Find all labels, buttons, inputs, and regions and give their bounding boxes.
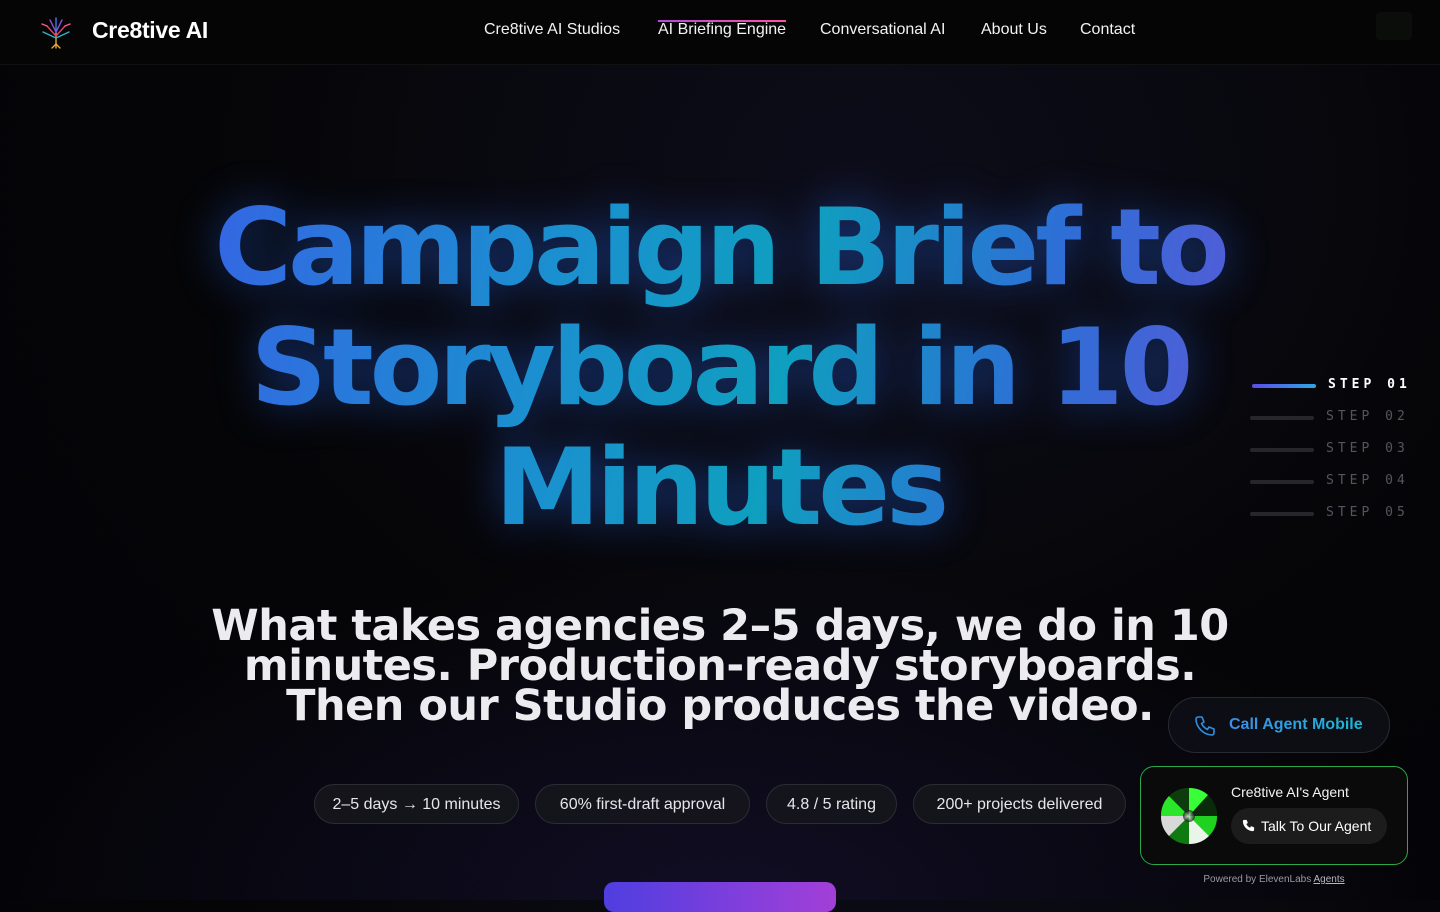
step-item-04[interactable]: STEP 04 [1240, 466, 1420, 498]
step-item-05[interactable]: STEP 05 [1240, 498, 1420, 530]
step-bar [1250, 448, 1314, 452]
stat-pill: 200+ projects delivered [913, 784, 1126, 824]
powered-by-text: Powered by ElevenLabs [1203, 874, 1312, 885]
step-indicator: STEP 01 STEP 02 STEP 03 STEP 04 STEP 05 [1240, 370, 1420, 530]
nav-item-studios[interactable]: Cre8tive AI Studios [484, 21, 620, 39]
hero-subtitle: What takes agencies 2–5 days, we do in 1… [211, 601, 1229, 731]
menu-icon[interactable] [1376, 12, 1412, 40]
step-label: STEP 04 [1326, 473, 1409, 488]
nav-item-contact[interactable]: Contact [1080, 21, 1135, 39]
powered-by: Powered by ElevenLabs Agents [1140, 874, 1408, 885]
site-header: Cre8tive AI Cre8tive AI Studios AI Brief… [0, 0, 1440, 65]
agent-name: Cre8tive AI's Agent [1231, 784, 1349, 800]
agent-orb-icon [1160, 787, 1218, 845]
talk-to-agent-label: Talk To Our Agent [1261, 818, 1372, 834]
step-label: STEP 02 [1326, 409, 1409, 424]
step-label: STEP 01 [1328, 377, 1411, 392]
phone-icon [1195, 716, 1215, 736]
step-bar [1252, 384, 1316, 388]
nav-item-about-us[interactable]: About Us [981, 21, 1047, 39]
nav-item-briefing-engine[interactable]: AI Briefing Engine [658, 20, 787, 39]
step-bar [1250, 416, 1314, 420]
stat-pill: 4.8 / 5 rating [766, 784, 897, 824]
step-item-02[interactable]: STEP 02 [1240, 402, 1420, 434]
phone-icon [1242, 819, 1255, 832]
call-agent-mobile-button[interactable]: Call Agent Mobile [1168, 697, 1390, 753]
stat-pill: 60% first-draft approval [535, 784, 750, 824]
step-bar [1250, 480, 1314, 484]
main-nav: Cre8tive AI Studios AI Briefing Engine C… [0, 0, 1440, 64]
step-label: STEP 03 [1326, 441, 1409, 456]
talk-to-agent-button[interactable]: Talk To Our Agent [1231, 808, 1387, 844]
step-item-01[interactable]: STEP 01 [1240, 370, 1420, 402]
stat-pill: 2–5 days → 10 minutes [314, 784, 519, 824]
primary-cta-button[interactable] [604, 882, 836, 912]
step-item-03[interactable]: STEP 03 [1240, 434, 1420, 466]
nav-item-conversational-ai[interactable]: Conversational AI [820, 21, 945, 39]
hero-title: Campaign Brief to Storyboard in 10 Minut… [120, 188, 1320, 548]
agents-link[interactable]: Agents [1313, 874, 1344, 885]
step-label: STEP 05 [1326, 505, 1409, 520]
step-bar [1250, 512, 1314, 516]
call-agent-label: Call Agent Mobile [1229, 716, 1363, 733]
agent-widget: Cre8tive AI's Agent Talk To Our Agent [1140, 766, 1408, 865]
